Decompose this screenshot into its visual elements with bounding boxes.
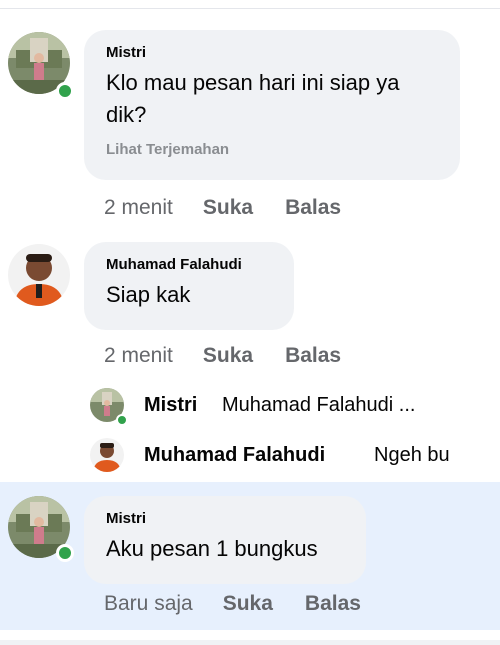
online-dot-icon [56, 82, 74, 100]
comment-actions: Baru saja Suka Balas [104, 592, 393, 616]
reply-snippet: Muhamad Falahudi ... [222, 394, 416, 416]
reply-preview-mistri[interactable]: Mistri Muhamad Falahudi ... [90, 386, 490, 426]
top-divider [0, 8, 500, 9]
comment-time[interactable]: 2 menit [104, 196, 173, 220]
comment-mistri-new: Mistri Aku pesan 1 bungkus Baru saja Suka… [0, 482, 500, 630]
online-dot-icon [56, 544, 74, 562]
comment-bubble[interactable]: Mistri Klo mau pesan hari ini siap ya di… [84, 30, 460, 180]
avatar-falahudi-image [8, 244, 70, 306]
avatar-falahudi[interactable] [8, 244, 70, 306]
like-button[interactable]: Suka [203, 196, 253, 220]
comment-actions: 2 menit Suka Balas [104, 344, 373, 368]
reply-author[interactable]: Mistri [144, 394, 197, 417]
reply-author[interactable]: Muhamad Falahudi [144, 444, 325, 467]
reply-button[interactable]: Balas [305, 592, 361, 616]
reply-button[interactable]: Balas [285, 344, 341, 368]
reply-preview-falahudi[interactable]: Muhamad Falahudi Ngeh bu [90, 436, 490, 476]
reply-button[interactable]: Balas [285, 196, 341, 220]
bottom-divider [0, 640, 500, 645]
reply-snippet: Ngeh bu [374, 444, 450, 466]
comment-actions: 2 menit Suka Balas [104, 196, 373, 220]
comment-falahudi: Muhamad Falahudi Siap kak 2 menit Suka Bal… [0, 232, 500, 382]
comment-mistri-1: Mistri Klo mau pesan hari ini siap ya di… [0, 20, 500, 230]
comment-bubble[interactable]: Mistri Aku pesan 1 bungkus [84, 496, 366, 584]
comment-bubble[interactable]: Muhamad Falahudi Siap kak [84, 242, 294, 330]
comment-author[interactable]: Mistri [106, 510, 346, 527]
comment-time[interactable]: Baru saja [104, 592, 193, 616]
comment-time[interactable]: 2 menit [104, 344, 173, 368]
comment-text: Klo mau pesan hari ini siap ya dik? [106, 70, 400, 127]
online-dot-icon [116, 414, 128, 426]
like-button[interactable]: Suka [223, 592, 273, 616]
see-translation-link[interactable]: Lihat Terjemahan [106, 141, 440, 158]
comment-author[interactable]: Muhamad Falahudi [106, 256, 274, 273]
reply-avatar-falahudi [90, 438, 124, 472]
like-button[interactable]: Suka [203, 344, 253, 368]
comment-author[interactable]: Mistri [106, 44, 440, 61]
comment-text: Siap kak [106, 282, 191, 307]
reply-avatar-falahudi-image [90, 438, 124, 472]
comment-text: Aku pesan 1 bungkus [106, 536, 318, 561]
